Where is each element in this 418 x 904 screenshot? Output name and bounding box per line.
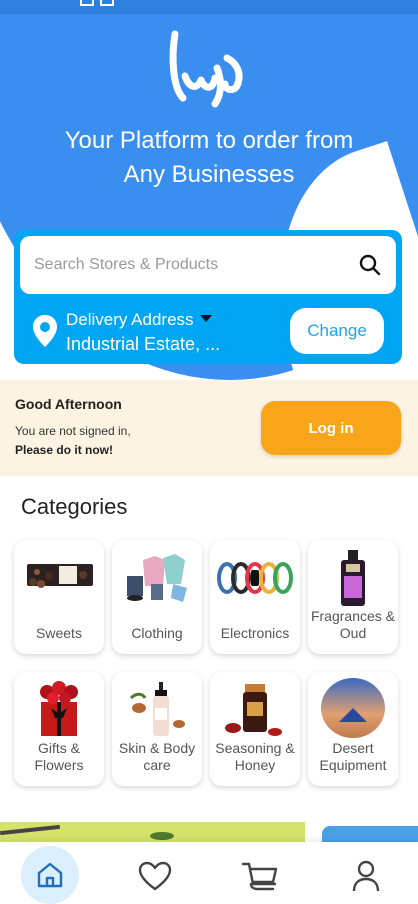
tagline: Your Platform to order from Any Business… (0, 124, 418, 192)
banner-decoration (150, 832, 174, 840)
bottom-navigation (0, 842, 418, 904)
category-desert-equipment[interactable]: Desert Equipment (308, 672, 398, 786)
banner-decoration (0, 824, 61, 836)
brand-logo (169, 30, 243, 108)
greeting-banner: Good Afternoon You are not signed in, Pl… (0, 380, 418, 476)
category-label: Seasoning & Honey (215, 740, 295, 773)
category-label: Desert Equipment (319, 740, 387, 773)
greeting-prompt: Please do it now! (15, 443, 114, 457)
delivery-address-value: Industrial Estate, ... (66, 334, 221, 354)
search-location-card: Search Stores & Products Delivery Addres… (14, 230, 402, 364)
tagline-line-1: Your Platform to order from (64, 127, 354, 154)
category-label: Clothing (131, 625, 183, 641)
tent-icon (321, 678, 385, 738)
status-icons (80, 0, 124, 6)
search-input[interactable]: Search Stores & Products (20, 236, 396, 294)
category-seasoning[interactable]: Seasoning & Honey (210, 672, 300, 786)
smartwatch-bands-icon (217, 562, 293, 594)
category-label: Gifts & Flowers (34, 740, 84, 773)
greeting-subtitle: You are not signed in, (15, 424, 131, 438)
delivery-address-dropdown[interactable]: Delivery Address (66, 310, 212, 330)
category-gifts[interactable]: Gifts & Flowers (14, 672, 104, 786)
lotion-bottle-icon (129, 682, 185, 736)
clothing-icon (127, 554, 187, 602)
nav-favorites[interactable] (127, 848, 183, 904)
categories-title: Categories (21, 494, 128, 519)
home-icon (37, 862, 63, 888)
login-button[interactable]: Log in (261, 401, 401, 455)
category-label: Electronics (220, 625, 290, 641)
category-label: Sweets (36, 625, 82, 641)
rose-box-icon (40, 681, 78, 736)
search-placeholder: Search Stores & Products (34, 256, 219, 273)
category-clothing[interactable]: Clothing (112, 540, 202, 654)
search-icon[interactable] (358, 253, 382, 277)
heart-icon (138, 861, 172, 891)
caret-down-icon (199, 314, 212, 322)
delivery-address-label: Delivery Address (66, 310, 194, 329)
change-address-button[interactable]: Change (290, 308, 384, 354)
category-label: Fragrances & Oud (310, 608, 396, 641)
location-pin-icon (33, 315, 57, 347)
user-icon (352, 860, 380, 892)
category-label: Skin & Body care (118, 740, 196, 773)
status-bar (0, 0, 418, 14)
category-electronics[interactable]: Electronics (210, 540, 300, 654)
tagline-line-2: Any Businesses (123, 161, 295, 188)
category-skin-care[interactable]: Skin & Body care (112, 672, 202, 786)
category-sweets[interactable]: Sweets (14, 540, 104, 654)
greeting-title: Good Afternoon (15, 396, 122, 412)
sweets-box-icon (27, 564, 93, 588)
category-fragrances[interactable]: Fragrances & Oud (308, 540, 398, 654)
nav-home[interactable] (21, 846, 79, 904)
categories-grid: Sweets Clothing Electronics Fragrances &… (14, 540, 404, 786)
perfume-bottle-icon (341, 550, 365, 606)
nav-profile[interactable] (338, 848, 394, 904)
nav-cart[interactable] (232, 848, 288, 904)
cart-icon (241, 862, 278, 891)
spice-jar-icon (225, 684, 282, 736)
